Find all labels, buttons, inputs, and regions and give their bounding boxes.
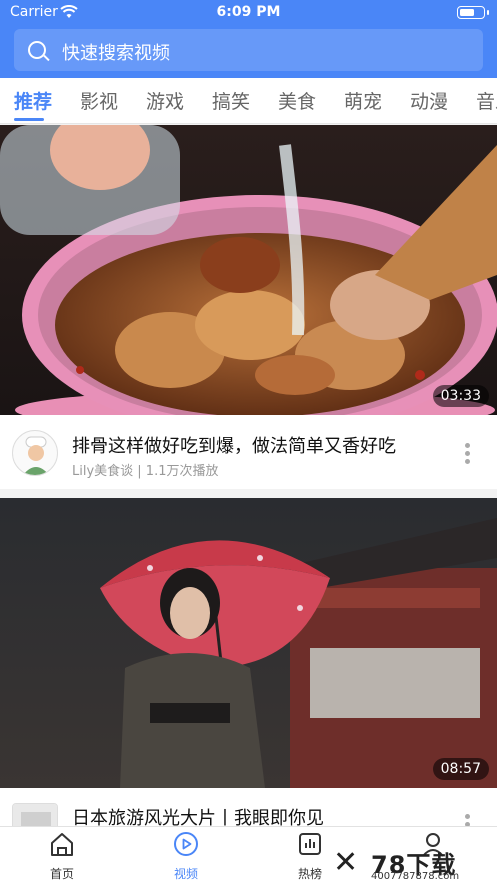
video-title[interactable]: 排骨这样做好吃到爆，做法简单又香好吃 [72,432,396,458]
tabbar-home[interactable]: 首页 [27,831,97,882]
more-options-icon[interactable] [465,443,471,465]
watermark: ✕ 78下载 4007787878.com [331,827,491,882]
video-meta: Lily美食谈 | 1.1万次播放 [72,464,219,479]
tab-movies[interactable]: 影视 [80,87,118,114]
tab-food[interactable]: 美食 [278,87,316,114]
status-bar: Carrier 6:09 PM [0,0,497,26]
clock: 6:09 PM [216,4,281,20]
bottom-tab-bar: 首页 视频 热榜 我的 ✕ 78下载 4007787878.com [0,826,497,883]
avatar[interactable] [12,430,58,476]
tabbar-video[interactable]: 视频 [151,831,221,882]
battery-icon [457,6,489,19]
tabbar-label: 首页 [49,867,74,881]
video-thumbnail[interactable]: 03:33 [0,125,497,415]
video-card[interactable]: 03:33 排骨这样做好吃到爆，做法简单又香好吃 Lily美食谈 | 1.1万次… [0,125,497,489]
video-thumbnail[interactable]: 08:57 [0,498,497,788]
video-thumbnail-image [0,498,497,788]
tabbar-label: 视频 [173,867,198,881]
tab-anime[interactable]: 动漫 [410,87,448,114]
video-thumbnail-image [0,125,497,415]
header: Carrier 6:09 PM 快速搜索视频 [0,0,497,78]
video-duration: 03:33 [432,385,489,407]
tab-music[interactable]: 音乐 [476,87,497,114]
tab-recommend[interactable]: 推荐 [14,87,52,114]
chart-icon [299,833,321,855]
search-placeholder: 快速搜索视频 [62,43,170,64]
video-card[interactable]: 08:57 日本旅游风光大片丨我眼即你见 [0,498,497,849]
home-icon [51,833,73,856]
tab-games[interactable]: 游戏 [146,87,184,114]
tab-funny[interactable]: 搞笑 [212,87,250,114]
search-icon [28,41,46,59]
tab-indicator [14,118,44,121]
category-tabs: 推荐 影视 游戏 搞笑 美食 萌宠 动漫 音乐 [0,78,497,124]
chef-avatar-icon [23,436,49,475]
video-duration: 08:57 [432,758,489,780]
watermark-logo: ✕ [333,845,359,880]
search-input[interactable]: 快速搜索视频 [14,29,483,71]
tab-pets[interactable]: 萌宠 [344,87,382,114]
watermark-phone: 4007787878.com [371,871,460,882]
play-icon [174,832,198,856]
